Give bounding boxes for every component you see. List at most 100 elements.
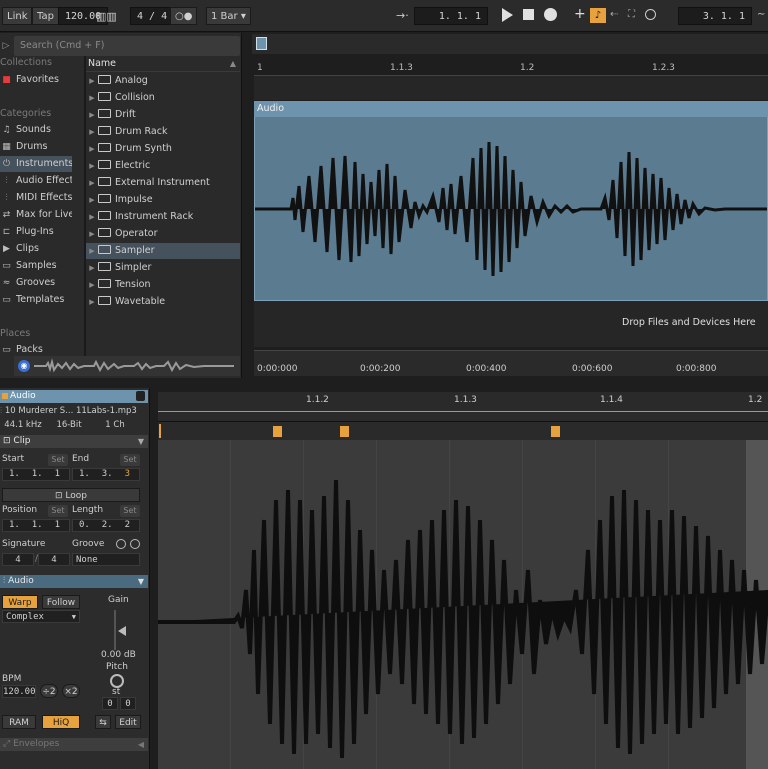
expand-arrow-icon[interactable]: ▶ [86, 175, 98, 191]
expand-arrow-icon[interactable]: ▶ [86, 192, 98, 208]
loop-brace[interactable] [158, 411, 768, 412]
quantize-menu[interactable]: 1 Bar ▾ [206, 7, 251, 25]
expand-arrow-icon[interactable]: ▶ [86, 141, 98, 157]
track-name-header[interactable]: Audio [0, 390, 148, 403]
end-set-button[interactable]: Set [120, 454, 140, 466]
clip-section-header[interactable]: ⊡ Clip ▼ [0, 435, 148, 448]
arrangement-beat-ruler[interactable]: 1 1.1.3 1.2 1.2.3 [254, 62, 768, 76]
browser-item-wavetable[interactable]: ▶ Wavetable [86, 294, 240, 310]
expand-arrow-icon[interactable]: ▶ [86, 73, 98, 89]
sidebar-item-audio-effects[interactable]: ⫶ Audio Effects [0, 173, 72, 189]
sidebar-item-plug-ins[interactable]: ⊏ Plug-Ins [0, 224, 72, 240]
groove-commit-icon[interactable] [130, 539, 140, 549]
length-set-button[interactable]: Set [120, 505, 140, 517]
ram-button[interactable]: RAM [2, 715, 36, 729]
arrangement-audio-clip[interactable] [254, 101, 768, 301]
nudge-icon[interactable]: ▥▥ [96, 10, 117, 23]
save-icon[interactable] [136, 391, 145, 401]
search-input[interactable]: Search (Cmd + F) [14, 36, 240, 56]
browser-item-sampler[interactable]: ▶ Sampler [86, 243, 240, 259]
back-to-arrangement-icon[interactable]: ⇠ [610, 9, 618, 20]
end-field[interactable]: 1. 3. 3 [72, 468, 140, 481]
expand-arrow-icon[interactable]: ▶ [86, 226, 98, 242]
browser-item-simpler[interactable]: ▶ Simpler [86, 260, 240, 276]
sample-editor-ruler[interactable]: 1.1.2 1.1.3 1.1.4 1.2 [158, 392, 768, 422]
loop-end-field[interactable]: 3. 1. 1 [678, 7, 752, 25]
expand-arrow-icon[interactable]: ▶ [86, 260, 98, 276]
stop-icon[interactable] [523, 9, 534, 20]
warp-marker[interactable] [340, 426, 349, 437]
browser-item-external-instrument[interactable]: ▶ External Instrument [86, 175, 240, 191]
start-field[interactable]: 1. 1. 1 [2, 468, 70, 481]
expand-arrow-icon[interactable]: ▶ [86, 124, 98, 140]
groove-select[interactable]: None [72, 553, 140, 566]
browser-item-electric[interactable]: ▶ Electric [86, 158, 240, 174]
song-position-field[interactable]: 1. 1. 1 [414, 7, 488, 25]
warp-marker[interactable] [551, 426, 560, 437]
sidebar-item-grooves[interactable]: ≈ Grooves [0, 275, 72, 291]
overdub-icon[interactable]: + [574, 6, 586, 22]
tap-tempo-button[interactable]: Tap [32, 7, 59, 25]
signature-denominator[interactable]: 4 [38, 553, 70, 566]
sidebar-item-sounds[interactable]: ♫ Sounds [0, 122, 72, 138]
bpm-field[interactable]: 120.00 [2, 685, 36, 698]
loop-button[interactable]: ⊡ Loop [2, 488, 140, 502]
expand-arrow-icon[interactable]: ▶ [86, 158, 98, 174]
start-set-button[interactable]: Set [48, 454, 68, 466]
name-column-header[interactable]: Name ▲ [86, 56, 240, 72]
sidebar-item-templates[interactable]: ▭ Templates [0, 292, 72, 308]
length-field[interactable]: 0. 2. 2 [72, 519, 140, 532]
overview-handle[interactable] [256, 37, 267, 50]
link-button[interactable]: Link [2, 7, 33, 25]
warp-marker[interactable] [273, 426, 282, 437]
loop-toggle-icon[interactable]: ∼ [757, 9, 765, 20]
browser-toggle-icon[interactable]: ▷ [0, 36, 12, 56]
edit-button[interactable]: Edit [115, 715, 141, 729]
play-icon[interactable] [502, 8, 513, 22]
expand-arrow-icon[interactable]: ▶ [86, 294, 98, 310]
position-field[interactable]: 1. 1. 1 [2, 519, 70, 532]
capture-icon[interactable]: ⛶ [628, 9, 635, 20]
gain-slider-handle[interactable] [118, 626, 126, 636]
expand-arrow-icon[interactable]: ▶ [86, 90, 98, 106]
automation-arm-icon[interactable]: ♪ [590, 8, 606, 23]
browser-item-instrument-rack[interactable]: ▶ Instrument Rack [86, 209, 240, 225]
follow-icon[interactable]: →· [396, 9, 409, 22]
record-icon[interactable] [544, 8, 557, 21]
double-tempo-button[interactable]: ×2 [62, 684, 80, 698]
pitch-knob[interactable] [110, 674, 124, 688]
position-set-button[interactable]: Set [48, 505, 68, 517]
drop-zone[interactable]: Drop Files and Devices Here [254, 301, 768, 347]
file-name-row[interactable]: ⫶ 10 Murderer S... 11Labs-1.mp3 [0, 404, 148, 418]
time-ruler[interactable]: 0:00:000 0:00:200 0:00:400 0:00:600 0:00… [254, 350, 768, 376]
browser-item-impulse[interactable]: ▶ Impulse [86, 192, 240, 208]
expand-arrow-icon[interactable]: ▶ [86, 107, 98, 123]
signature-numerator[interactable]: 4 [2, 553, 34, 566]
browser-item-drift[interactable]: ▶ Drift [86, 107, 240, 123]
browser-item-collision[interactable]: ▶ Collision [86, 90, 240, 106]
sidebar-item-drums[interactable]: ▦ Drums [0, 139, 72, 155]
browser-item-tension[interactable]: ▶ Tension [86, 277, 240, 293]
expand-arrow-icon[interactable]: ▶ [86, 243, 98, 259]
browser-item-drum-rack[interactable]: ▶ Drum Rack [86, 124, 240, 140]
sidebar-item-clips[interactable]: ▶ Clips [0, 241, 72, 257]
start-marker[interactable] [159, 424, 161, 438]
warp-mode-select[interactable]: Complex ▼ [2, 610, 80, 623]
browser-item-drum-synth[interactable]: ▶ Drum Synth [86, 141, 240, 157]
expand-arrow-icon[interactable]: ▶ [86, 277, 98, 293]
metronome-button[interactable]: ○● [170, 7, 198, 25]
browser-item-operator[interactable]: ▶ Operator [86, 226, 240, 242]
arrangement-clip-header[interactable]: Audio [254, 101, 768, 117]
gain-slider-track[interactable] [114, 610, 116, 650]
pitch-cents-field[interactable]: 0 [120, 697, 136, 710]
sidebar-item-samples[interactable]: ▭ Samples [0, 258, 72, 274]
pitch-semitones-field[interactable]: 0 [102, 697, 118, 710]
track-lane-empty[interactable] [254, 76, 768, 100]
warp-button[interactable]: Warp [2, 595, 38, 609]
loop-fade-icon[interactable]: ⇆ [95, 715, 111, 729]
envelopes-section-header[interactable]: ⤢ Envelopes ◀ [0, 738, 148, 751]
follow-button[interactable]: Follow [42, 595, 80, 609]
sidebar-item-favorites[interactable]: ■ Favorites [0, 72, 72, 88]
sidebar-item-max-for-live[interactable]: ⇄ Max for Live [0, 207, 72, 223]
session-record-icon[interactable] [645, 9, 656, 20]
